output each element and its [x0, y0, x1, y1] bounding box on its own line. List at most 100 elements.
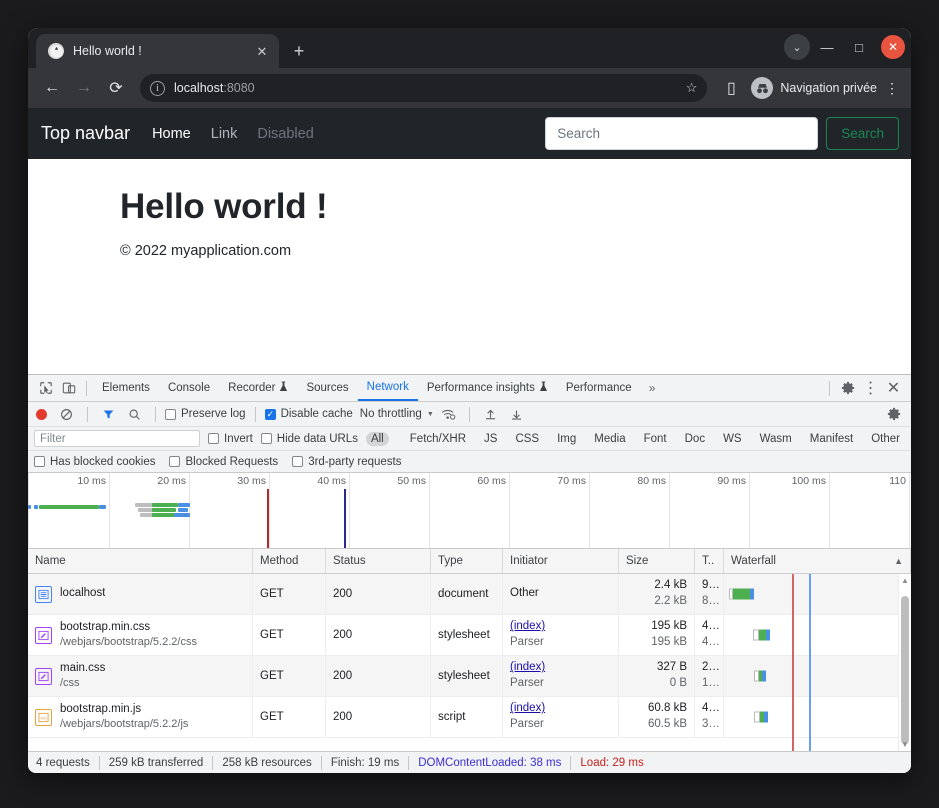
scrollbar-thumb[interactable] — [901, 596, 909, 744]
tab-sources[interactable]: Sources — [297, 375, 357, 401]
filter-type-manifest[interactable]: Manifest — [805, 432, 858, 446]
waterfall-bar — [754, 670, 766, 682]
table-row[interactable]: main.css /css GET 200 stylesheet (index)… — [28, 656, 911, 697]
requests-table-body[interactable]: localhost GET 200 document Other 2.4 kB … — [28, 574, 911, 751]
profile-chip[interactable]: Navigation privée — [751, 77, 877, 99]
tick-label: 70 ms — [557, 475, 586, 487]
network-conditions-icon[interactable] — [437, 404, 460, 424]
filter-type-doc[interactable]: Doc — [680, 432, 710, 446]
filter-type-fetch-xhr[interactable]: Fetch/XHR — [405, 432, 471, 446]
device-toolbar-icon[interactable] — [57, 378, 80, 398]
throttling-select[interactable]: No throttling ▼ — [360, 408, 434, 420]
column-header-type[interactable]: Type — [431, 549, 503, 573]
table-row[interactable]: <> bootstrap.min.js /webjars/bootstrap/5… — [28, 697, 911, 738]
table-row[interactable]: localhost GET 200 document Other 2.4 kB … — [28, 574, 911, 615]
filter-type-font[interactable]: Font — [639, 432, 672, 446]
third-party-requests-checkbox[interactable]: 3rd-party requests — [292, 456, 402, 468]
blocked-requests-checkbox[interactable]: Blocked Requests — [169, 456, 278, 468]
preserve-log-checkbox[interactable]: Preserve log — [165, 408, 246, 420]
record-button[interactable] — [36, 408, 47, 420]
time-value: 4… — [702, 620, 720, 633]
network-settings-gear-icon[interactable] — [882, 404, 905, 424]
column-header-status[interactable]: Status — [326, 549, 431, 573]
cell-method: GET — [253, 615, 326, 655]
side-panel-icon[interactable]: ▯ — [717, 74, 745, 102]
cell-status: 200 — [326, 615, 431, 655]
navbar-brand[interactable]: Top navbar — [41, 123, 130, 144]
nav-link-home[interactable]: Home — [152, 126, 191, 142]
waterfall-dcl-line — [809, 574, 811, 751]
scroll-down-icon[interactable]: ▼ — [899, 738, 911, 751]
maximize-button[interactable]: □ — [844, 32, 874, 62]
filter-type-media[interactable]: Media — [589, 432, 630, 446]
filter-type-wasm[interactable]: Wasm — [755, 432, 797, 446]
tab-network[interactable]: Network — [357, 375, 418, 401]
hide-data-urls-checkbox[interactable]: Hide data URLs — [260, 433, 358, 445]
filter-type-ws[interactable]: WS — [718, 432, 747, 446]
initiator-link[interactable]: (index) — [510, 619, 611, 635]
invert-checkbox[interactable]: Invert — [208, 433, 253, 445]
bookmark-star-icon[interactable]: ☆ — [686, 80, 698, 96]
document-icon — [35, 585, 52, 603]
column-header-method[interactable]: Method — [253, 549, 326, 573]
filter-type-all[interactable]: All — [365, 431, 389, 446]
search-icon[interactable] — [123, 404, 146, 424]
requests-scrollbar[interactable]: ▲ ▼ — [898, 574, 911, 751]
tab-performance[interactable]: Performance — [557, 375, 641, 401]
search-input[interactable] — [545, 117, 819, 150]
tab-console[interactable]: Console — [159, 375, 219, 401]
has-blocked-cookies-checkbox[interactable]: Has blocked cookies — [34, 456, 155, 468]
profile-label: Navigation privée — [780, 81, 877, 95]
tab-close-icon[interactable]: ✕ — [253, 42, 271, 60]
scroll-up-icon[interactable]: ▲ — [899, 574, 911, 587]
column-header-waterfall[interactable]: Waterfall ▲ — [724, 549, 911, 573]
table-row[interactable]: bootstrap.min.css /webjars/bootstrap/5.2… — [28, 615, 911, 656]
back-icon[interactable]: ← — [38, 74, 66, 102]
filter-type-js[interactable]: JS — [479, 432, 502, 446]
export-har-icon[interactable] — [505, 404, 528, 424]
filter-type-other[interactable]: Other — [866, 432, 905, 446]
network-overview-timeline[interactable]: 10 ms 20 ms 30 ms 40 ms 50 ms 60 ms 70 m… — [28, 473, 911, 549]
devtools-menu-icon[interactable]: ⋮ — [859, 378, 882, 398]
column-header-name[interactable]: Name — [28, 549, 253, 573]
column-header-size[interactable]: Size — [619, 549, 695, 573]
browser-tab[interactable]: Hello world ! ✕ — [36, 34, 279, 68]
browser-menu-icon[interactable]: ⋮ — [883, 80, 901, 97]
initiator-link[interactable]: (index) — [510, 701, 611, 717]
gear-icon[interactable] — [836, 378, 859, 398]
filter-icon[interactable] — [97, 404, 120, 424]
column-header-time[interactable]: T.. — [695, 549, 724, 573]
minimize-button[interactable]: ― — [812, 32, 842, 62]
column-header-initiator[interactable]: Initiator — [503, 549, 619, 573]
tick-label: 100 ms — [791, 475, 826, 487]
tab-performance-insights[interactable]: Performance insights — [418, 375, 557, 401]
devtools-close-icon[interactable]: ✕ — [882, 378, 905, 398]
time-value: 2… — [702, 661, 720, 674]
nav-link-link[interactable]: Link — [211, 126, 238, 142]
filter-input[interactable] — [34, 430, 200, 447]
tab-elements[interactable]: Elements — [93, 375, 159, 401]
divider — [468, 406, 470, 422]
search-button[interactable]: Search — [826, 117, 899, 150]
profile-chevron-icon[interactable]: ⌄ — [784, 34, 810, 60]
reload-icon[interactable]: ⟳ — [102, 74, 130, 102]
inspect-element-icon[interactable] — [34, 378, 57, 398]
filter-type-css[interactable]: CSS — [510, 432, 544, 446]
time-value: 4… — [702, 702, 720, 715]
tab-title: Hello world ! — [73, 44, 142, 58]
initiator-link[interactable]: (index) — [510, 660, 611, 676]
size-value: 327 B — [656, 661, 687, 674]
window-close-button[interactable]: ✕ — [881, 35, 905, 59]
clear-icon[interactable] — [55, 404, 78, 424]
tab-recorder[interactable]: Recorder — [219, 375, 297, 401]
site-info-icon[interactable]: i — [150, 80, 165, 96]
more-tabs-icon[interactable]: » — [641, 381, 664, 395]
tick-label: 10 ms — [77, 475, 106, 487]
address-bar[interactable]: i localhost:8080 ☆ — [140, 74, 708, 102]
disable-cache-checkbox[interactable]: Disable cache — [264, 408, 353, 420]
new-tab-button[interactable]: + — [285, 37, 313, 65]
request-path: /css — [60, 677, 80, 690]
cell-type: stylesheet — [431, 656, 503, 696]
import-har-icon[interactable] — [479, 404, 502, 424]
filter-type-img[interactable]: Img — [552, 432, 581, 446]
